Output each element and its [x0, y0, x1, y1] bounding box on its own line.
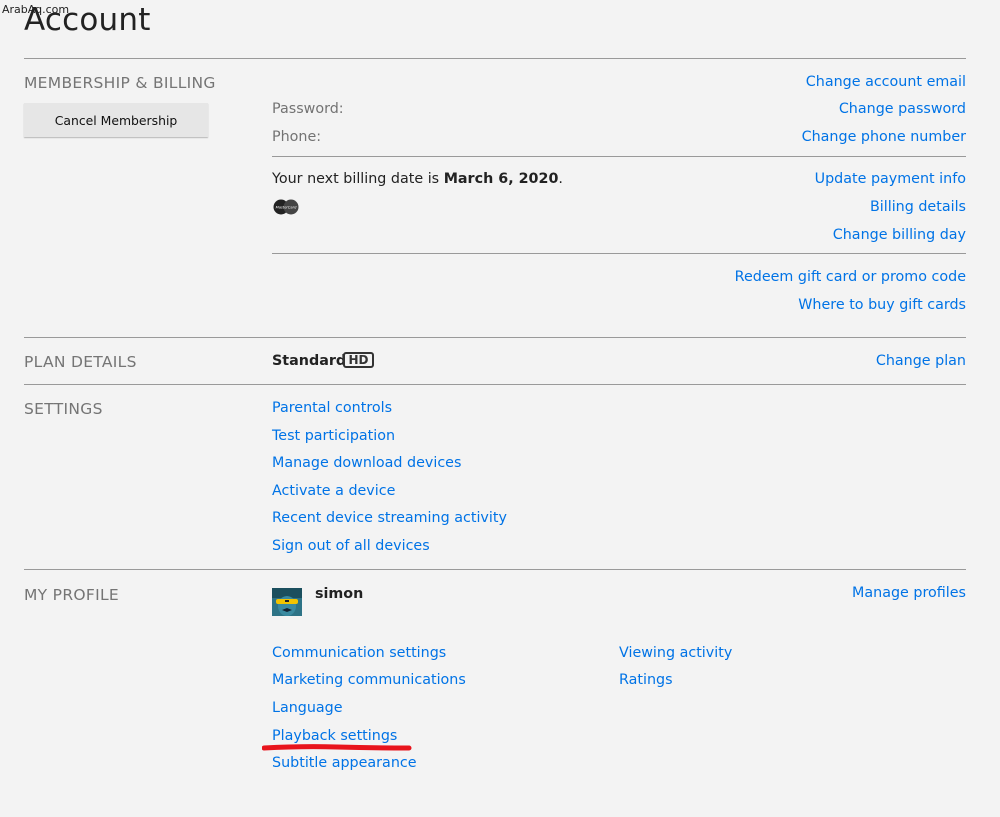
communication-settings-link[interactable]: Communication settings [272, 645, 446, 661]
next-billing-date-text: Your next billing date is March 6, 2020. [272, 171, 563, 187]
profile-avatar-icon [272, 588, 302, 616]
highlight-underline-mark [262, 744, 412, 751]
page-title: Account [24, 2, 151, 38]
test-participation-link[interactable]: Test participation [272, 428, 395, 444]
mastercard-icon: MasterCard [273, 199, 299, 215]
parental-controls-link[interactable]: Parental controls [272, 400, 392, 416]
change-phone-number-link[interactable]: Change phone number [802, 129, 966, 145]
profile-name: simon [315, 586, 364, 602]
where-to-buy-gift-cards-link[interactable]: Where to buy gift cards [798, 297, 966, 313]
marketing-communications-link[interactable]: Marketing communications [272, 672, 466, 688]
gift-divider [272, 253, 966, 254]
manage-download-devices-link[interactable]: Manage download devices [272, 455, 461, 471]
membership-billing-heading: MEMBERSHIP & BILLING [24, 74, 216, 92]
change-password-link[interactable]: Change password [839, 101, 966, 117]
plan-details-heading: PLAN DETAILS [24, 353, 137, 371]
billing-date-value: March 6, 2020 [443, 171, 559, 187]
change-account-email-link[interactable]: Change account email [806, 74, 966, 90]
section-divider [24, 569, 966, 570]
section-divider [24, 384, 966, 385]
section-divider [24, 58, 966, 59]
manage-profiles-link[interactable]: Manage profiles [852, 585, 966, 601]
billing-divider [272, 156, 966, 157]
phone-label: Phone: [272, 129, 322, 145]
change-billing-day-link[interactable]: Change billing day [833, 227, 966, 243]
recent-streaming-activity-link[interactable]: Recent device streaming activity [272, 510, 507, 526]
redeem-gift-card-link[interactable]: Redeem gift card or promo code [735, 269, 966, 285]
section-divider [24, 337, 966, 338]
ratings-link[interactable]: Ratings [619, 672, 673, 688]
hd-badge: HD [343, 352, 374, 368]
language-link[interactable]: Language [272, 700, 343, 716]
settings-heading: SETTINGS [24, 400, 103, 418]
mastercard-label: MasterCard [276, 206, 297, 210]
activate-device-link[interactable]: Activate a device [272, 483, 395, 499]
billing-date-prefix: Your next billing date is [272, 171, 444, 187]
update-payment-info-link[interactable]: Update payment info [815, 171, 966, 187]
viewing-activity-link[interactable]: Viewing activity [619, 645, 732, 661]
sign-out-all-devices-link[interactable]: Sign out of all devices [272, 538, 430, 554]
plan-name: Standard [272, 353, 347, 369]
cancel-membership-button[interactable]: Cancel Membership [24, 103, 208, 137]
password-label: Password: [272, 101, 344, 117]
my-profile-heading: MY PROFILE [24, 586, 120, 604]
avatar[interactable] [272, 588, 302, 616]
subtitle-appearance-link[interactable]: Subtitle appearance [272, 755, 417, 771]
billing-date-suffix: . [558, 171, 563, 187]
billing-details-link[interactable]: Billing details [870, 199, 966, 215]
change-plan-link[interactable]: Change plan [876, 353, 966, 369]
playback-settings-link[interactable]: Playback settings [272, 728, 397, 744]
